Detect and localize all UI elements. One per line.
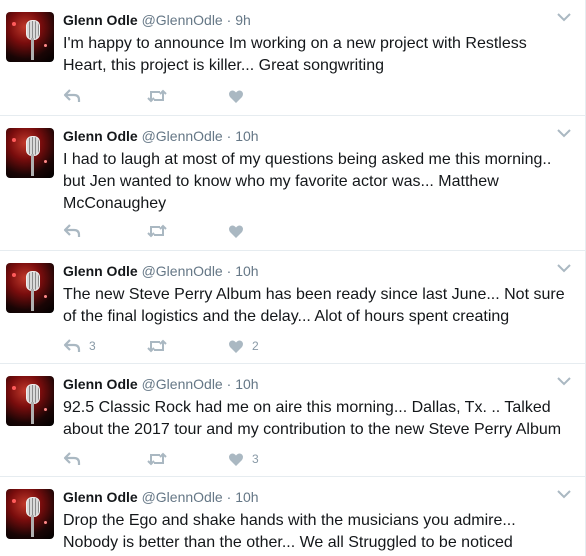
user-handle[interactable]: @GlennOdle xyxy=(142,12,223,28)
retweet-icon xyxy=(147,224,167,238)
reply-button[interactable] xyxy=(63,86,89,106)
chevron-down-icon[interactable] xyxy=(556,260,572,276)
avatar[interactable] xyxy=(6,489,54,539)
timestamp[interactable]: 9h xyxy=(235,12,251,28)
tweet[interactable]: Glenn Odle @GlennOdle · 10h The new Stev… xyxy=(0,251,586,364)
timestamp[interactable]: 10h xyxy=(235,263,258,279)
reply-icon xyxy=(63,89,81,102)
timestamp[interactable]: 10h xyxy=(235,489,258,505)
separator-dot: · xyxy=(226,376,232,392)
tweet[interactable]: Glenn Odle @GlennOdle · 10h I had to lau… xyxy=(0,116,586,251)
tweet-header: Glenn Odle @GlennOdle · 10h xyxy=(63,488,259,506)
user-handle[interactable]: @GlennOdle xyxy=(142,263,223,279)
chevron-down-icon[interactable] xyxy=(556,9,572,25)
heart-icon xyxy=(229,452,243,466)
reply-button[interactable] xyxy=(63,449,89,469)
avatar[interactable] xyxy=(6,376,54,426)
reply-icon xyxy=(63,224,81,237)
timestamp[interactable]: 10h xyxy=(235,376,258,392)
avatar[interactable] xyxy=(6,12,54,62)
heart-icon xyxy=(229,89,243,103)
user-handle[interactable]: @GlennOdle xyxy=(142,489,223,505)
tweet[interactable]: Glenn Odle @GlennOdle · 9h I'm happy to … xyxy=(0,0,586,116)
tweet[interactable]: Glenn Odle @GlennOdle · 10h Drop the Ego… xyxy=(0,477,586,556)
like-button[interactable]: 2 xyxy=(228,336,259,356)
tweet-header: Glenn Odle @GlennOdle · 10h xyxy=(63,262,259,280)
like-button[interactable] xyxy=(228,221,252,241)
user-handle[interactable]: @GlennOdle xyxy=(142,128,223,144)
tweet-text: The new Steve Perry Album has been ready… xyxy=(63,286,565,325)
heart-icon xyxy=(229,224,243,238)
user-handle[interactable]: @GlennOdle xyxy=(142,376,223,392)
timestamp[interactable]: 10h xyxy=(235,128,258,144)
tweet-text: I had to laugh at most of my questions b… xyxy=(63,151,552,212)
tweet-header: Glenn Odle @GlennOdle · 10h xyxy=(63,127,259,145)
tweet-text: I'm happy to announce Im working on a ne… xyxy=(63,35,527,74)
chevron-down-icon[interactable] xyxy=(556,486,572,502)
avatar[interactable] xyxy=(6,128,54,178)
retweet-button[interactable] xyxy=(147,221,175,241)
chevron-down-icon[interactable] xyxy=(556,373,572,389)
separator-dot: · xyxy=(226,12,232,28)
like-count: 2 xyxy=(252,339,259,353)
tweet-header: Glenn Odle @GlennOdle · 9h xyxy=(63,11,251,29)
user-name[interactable]: Glenn Odle xyxy=(63,489,138,505)
separator-dot: · xyxy=(226,489,232,505)
reply-count: 3 xyxy=(89,339,96,353)
tweet[interactable]: Glenn Odle @GlennOdle · 10h 92.5 Classic… xyxy=(0,364,586,477)
user-name[interactable]: Glenn Odle xyxy=(63,12,138,28)
like-button[interactable]: 3 xyxy=(228,449,259,469)
heart-icon xyxy=(229,339,243,353)
avatar[interactable] xyxy=(6,263,54,313)
retweet-icon xyxy=(147,452,167,466)
tweet-text: Drop the Ego and shake hands with the mu… xyxy=(63,512,516,551)
retweet-icon xyxy=(147,89,167,103)
reply-button[interactable]: 3 xyxy=(63,336,96,356)
like-count: 3 xyxy=(252,452,259,466)
separator-dot: · xyxy=(226,128,232,144)
reply-icon xyxy=(63,339,81,352)
user-name[interactable]: Glenn Odle xyxy=(63,376,138,392)
reply-button[interactable] xyxy=(63,221,89,241)
reply-icon xyxy=(63,452,81,465)
retweet-icon xyxy=(147,339,167,353)
retweet-button[interactable] xyxy=(147,86,175,106)
retweet-button[interactable] xyxy=(147,336,175,356)
user-name[interactable]: Glenn Odle xyxy=(63,128,138,144)
separator-dot: · xyxy=(226,263,232,279)
tweet-header: Glenn Odle @GlennOdle · 10h xyxy=(63,375,259,393)
user-name[interactable]: Glenn Odle xyxy=(63,263,138,279)
retweet-button[interactable] xyxy=(147,449,175,469)
tweet-text: 92.5 Classic Rock had me on aire this mo… xyxy=(63,399,562,438)
chevron-down-icon[interactable] xyxy=(556,125,572,141)
timeline: Glenn Odle @GlennOdle · 9h I'm happy to … xyxy=(0,0,586,556)
like-button[interactable] xyxy=(228,86,252,106)
